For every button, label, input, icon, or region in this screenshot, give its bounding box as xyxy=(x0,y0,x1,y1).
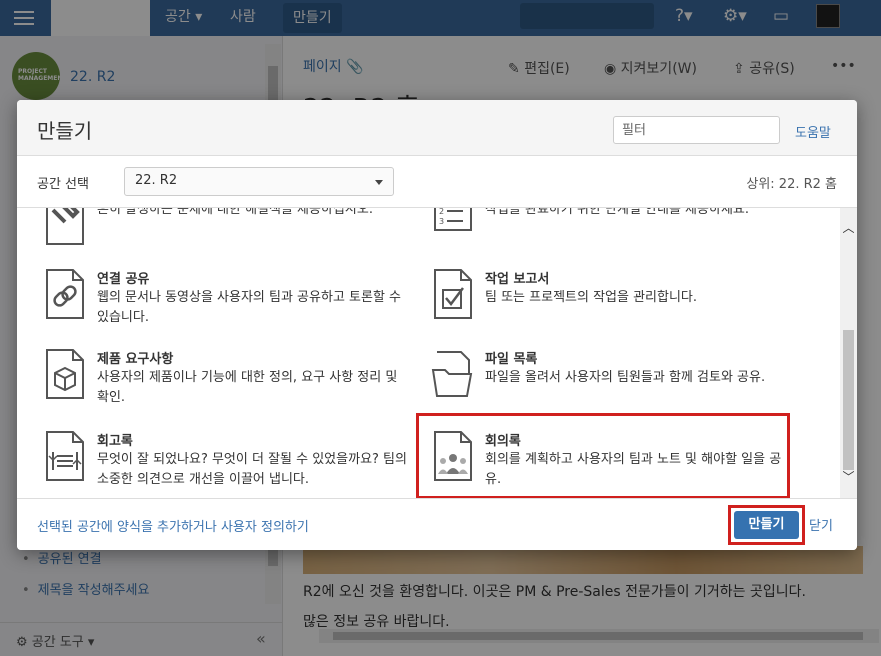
chevron-up-icon[interactable]: ︿ xyxy=(840,220,857,237)
box-document-icon xyxy=(46,349,84,399)
checkbox-document-icon xyxy=(434,269,472,319)
create-dialog: 만들기 도움말 공간 선택 22. R2 상위: 22. R2 홈 흔히 발생하… xyxy=(17,100,857,550)
chevron-down-icon xyxy=(375,180,383,185)
space-selector-row: 공간 선택 22. R2 상위: 22. R2 홈 xyxy=(17,156,857,208)
space-select-label: 공간 선택 xyxy=(37,177,89,192)
template-product-requirements[interactable]: 제품 요구사항 사용자의 제품이나 기능에 대한 정의, 요구 사항 정리 및 … xyxy=(43,348,413,428)
template-list-scrollbar[interactable]: ︿ ﹀ xyxy=(840,208,857,498)
template-shared-link[interactable]: 연결 공유 웹의 문서나 동영상을 사용자의 팀과 공유하고 토론할 수 있습니… xyxy=(43,268,413,348)
space-select-value: 22. R2 xyxy=(135,173,178,188)
dialog-footer: 선택된 공간에 양식을 추가하거나 사용자 정의하기 만들기 닫기 xyxy=(17,498,857,550)
filter-input[interactable] xyxy=(613,116,780,144)
dialog-title: 만들기 xyxy=(37,119,93,143)
chevron-down-icon[interactable]: ﹀ xyxy=(840,469,857,486)
wrench-document-icon xyxy=(46,208,84,245)
template-description: 사용자의 제품이나 기능에 대한 정의, 요구 사항 정리 및 확인. xyxy=(97,370,398,405)
template-description: 작업을 완료하기 위한 단계별 안내를 제공하세요. xyxy=(485,208,749,217)
template-description: 흔히 발생하는 문제에 대한 해결책을 제공하십시오. xyxy=(97,208,373,217)
selected-template-highlight xyxy=(416,413,790,498)
create-button-highlight: 만들기 xyxy=(728,505,805,545)
help-link[interactable]: 도움말 xyxy=(795,122,831,141)
scrollbar-thumb[interactable] xyxy=(843,330,854,470)
template-description: 무엇이 잘 되었나요? 무엇이 더 잘될 수 있었을까요? 팀의 소중한 의견으… xyxy=(97,452,407,487)
svg-text:3: 3 xyxy=(439,217,444,226)
link-document-icon xyxy=(46,269,84,319)
template-retrospective[interactable]: 회고록 무엇이 잘 되었나요? 무엇이 더 잘될 수 있었을까요? 팀의 소중한… xyxy=(43,430,413,498)
parent-page-label: 상위: 22. R2 홈 xyxy=(746,177,837,192)
template-description: 웹의 문서나 동영상을 사용자의 팀과 공유하고 토론할 수 있습니다. xyxy=(97,290,402,325)
numbered-list-icon: 2 3 xyxy=(434,208,472,231)
template-name: 연결 공유 xyxy=(97,272,150,287)
template-description: 파일을 올려서 사용자의 팀원들과 함께 검토와 공유. xyxy=(485,370,766,385)
template-name: 작업 보고서 xyxy=(485,272,550,287)
template-name: 제품 요구사항 xyxy=(97,352,174,367)
customize-templates-link[interactable]: 선택된 공간에 양식을 추가하거나 사용자 정의하기 xyxy=(37,516,309,535)
retrospective-document-icon xyxy=(46,431,84,481)
template-description: 팀 또는 프로젝트의 작업을 관리합니다. xyxy=(485,290,698,305)
template-name: 파일 목록 xyxy=(485,352,538,367)
create-button[interactable]: 만들기 xyxy=(734,511,799,539)
template-list: 흔히 발생하는 문제에 대한 해결책을 제공하십시오. 2 3 작업을 완료하기… xyxy=(17,208,857,498)
svg-text:2: 2 xyxy=(439,208,444,216)
close-button[interactable]: 닫기 xyxy=(809,515,833,534)
template-task-report[interactable]: 작업 보고서 팀 또는 프로젝트의 작업을 관리합니다. xyxy=(431,268,801,348)
dialog-header: 만들기 도움말 xyxy=(17,100,857,156)
space-select[interactable]: 22. R2 xyxy=(124,167,394,196)
template-name: 회고록 xyxy=(97,434,133,449)
folder-icon xyxy=(431,351,473,397)
